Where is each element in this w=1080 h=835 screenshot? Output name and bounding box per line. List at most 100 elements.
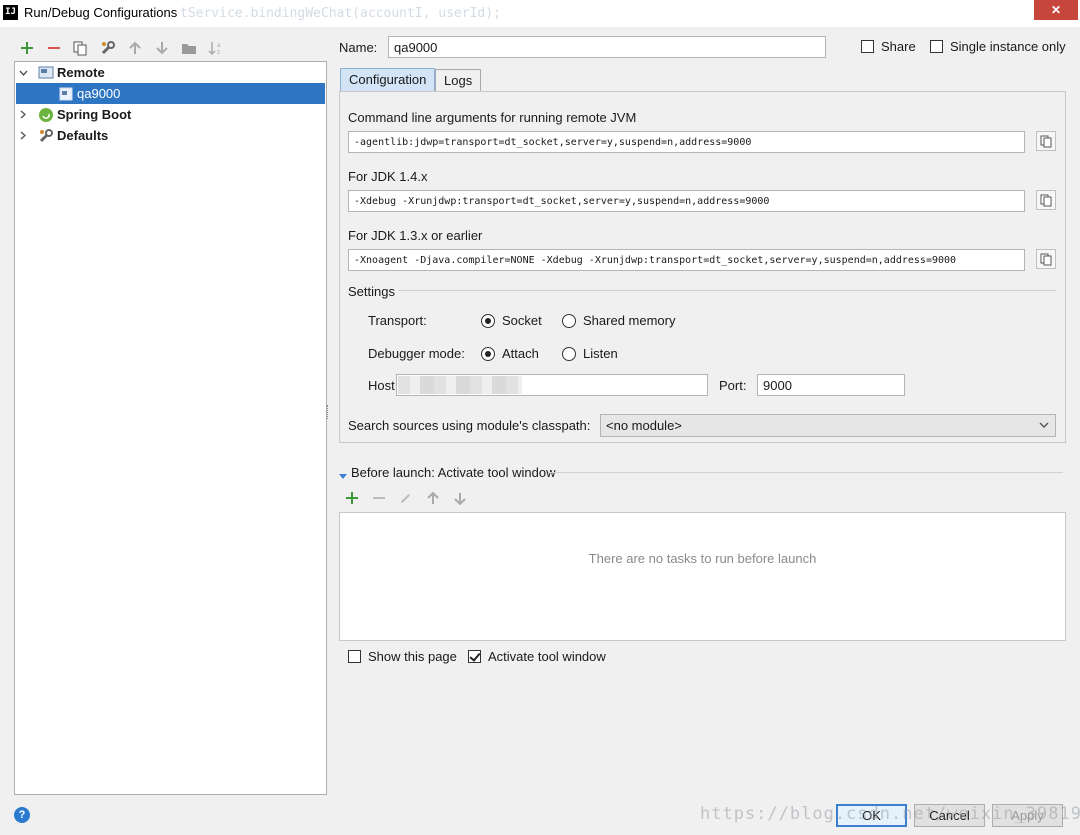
- remote-config-icon: [58, 86, 74, 102]
- redacted-host-value: [398, 376, 522, 394]
- sort-az-icon: az: [208, 42, 221, 56]
- share-label: Share: [881, 39, 916, 54]
- show-page-checkbox[interactable]: [348, 650, 361, 663]
- attach-radio[interactable]: [481, 347, 495, 361]
- edit-defaults-button[interactable]: [98, 38, 118, 58]
- shared-memory-radio[interactable]: [562, 314, 576, 328]
- chevron-right-icon[interactable]: [16, 125, 30, 146]
- cmd-args-field[interactable]: -agentlib:jdwp=transport=dt_socket,serve…: [348, 131, 1025, 153]
- module-select[interactable]: <no module>: [600, 414, 1056, 437]
- name-input[interactable]: qa9000: [388, 36, 826, 58]
- single-instance-label: Single instance only: [950, 39, 1066, 54]
- triangle-down-icon: [339, 474, 347, 479]
- share-checkbox[interactable]: [861, 40, 874, 53]
- window-title: Run/Debug Configurations: [24, 5, 178, 20]
- remove-icon: [373, 497, 385, 499]
- svg-text:a: a: [217, 42, 221, 49]
- configuration-tree[interactable]: Remote qa9000 Spring Boot Defaults: [14, 61, 327, 795]
- pencil-icon: [401, 494, 410, 503]
- activate-tool-window-checkbox[interactable]: [468, 650, 481, 663]
- settings-separator: [398, 290, 1056, 291]
- chevron-right-icon[interactable]: [16, 104, 30, 125]
- jdk13-label: For JDK 1.3.x or earlier: [348, 228, 483, 243]
- add-configuration-button[interactable]: [17, 38, 37, 58]
- move-task-down-button[interactable]: [450, 488, 470, 508]
- help-button[interactable]: ?: [14, 807, 30, 823]
- add-icon: [346, 492, 358, 504]
- folder-button[interactable]: [179, 38, 199, 58]
- remote-icon: [38, 65, 54, 81]
- settings-label: Settings: [348, 284, 395, 299]
- copy-icon: [1040, 253, 1052, 265]
- before-launch-task-list[interactable]: There are no tasks to run before launch: [339, 512, 1066, 641]
- tree-item-label: Spring Boot: [57, 107, 132, 122]
- chevron-down-icon: [1039, 418, 1049, 435]
- tab-configuration[interactable]: Configuration: [340, 68, 436, 92]
- before-launch-title: Before launch: Activate tool window: [351, 465, 556, 480]
- search-sources-label: Search sources using module's classpath:: [348, 418, 591, 433]
- single-instance-checkbox[interactable]: [930, 40, 943, 53]
- cmd-args-label: Command line arguments for running remot…: [348, 110, 637, 125]
- module-select-value: <no module>: [606, 418, 682, 433]
- svg-text:z: z: [217, 49, 220, 56]
- background-code-text: tService.bindingWeChat(accountI, userId)…: [180, 6, 501, 21]
- close-window-button[interactable]: ✕: [1034, 0, 1078, 20]
- tab-logs[interactable]: Logs: [435, 69, 482, 92]
- intellij-logo-icon: IJ: [3, 5, 18, 20]
- jdk14-field[interactable]: -Xdebug -Xrunjdwp:transport=dt_socket,se…: [348, 190, 1025, 212]
- copy-icon: [73, 41, 87, 55]
- copy-jdk13-button[interactable]: [1036, 249, 1056, 269]
- move-task-up-button[interactable]: [423, 488, 443, 508]
- attach-label: Attach: [502, 346, 539, 361]
- remove-task-button[interactable]: [369, 488, 389, 508]
- arrow-up-icon: [427, 491, 439, 504]
- copy-jdk14-button[interactable]: [1036, 190, 1056, 210]
- activate-tool-window-label: Activate tool window: [488, 649, 606, 664]
- copy-configuration-button[interactable]: [70, 38, 90, 58]
- shared-memory-label: Shared memory: [583, 313, 676, 328]
- host-label: Host: [368, 378, 395, 393]
- empty-tasks-message: There are no tasks to run before launch: [588, 551, 817, 566]
- splitter-handle[interactable]: [327, 405, 330, 419]
- arrow-down-icon: [454, 492, 466, 505]
- tree-item-label: Remote: [57, 65, 105, 80]
- name-label: Name:: [339, 40, 378, 55]
- remove-icon: [48, 47, 60, 49]
- port-input[interactable]: 9000: [757, 374, 905, 396]
- folder-icon: [182, 43, 196, 54]
- tree-item-qa9000[interactable]: qa9000: [16, 83, 325, 104]
- add-task-button[interactable]: [342, 488, 362, 508]
- tree-item-spring-boot[interactable]: Spring Boot: [16, 104, 325, 125]
- tree-item-label: qa9000: [77, 86, 121, 101]
- socket-radio[interactable]: [481, 314, 495, 328]
- transport-label: Transport:: [368, 313, 427, 328]
- sort-button[interactable]: az: [206, 38, 226, 58]
- copy-cmd-args-button[interactable]: [1036, 131, 1056, 151]
- tree-item-remote[interactable]: Remote: [16, 62, 325, 83]
- wrench-icon: [38, 128, 54, 144]
- copy-icon: [1040, 194, 1052, 206]
- move-down-button[interactable]: [152, 38, 172, 58]
- edit-task-button[interactable]: [396, 488, 416, 508]
- move-up-button[interactable]: [125, 38, 145, 58]
- remove-configuration-button[interactable]: [44, 38, 64, 58]
- watermark-text: https://blog.csdn.net/weixin_39819191: [700, 804, 1080, 824]
- jdk14-label: For JDK 1.4.x: [348, 169, 428, 184]
- tree-item-defaults[interactable]: Defaults: [16, 125, 325, 146]
- chevron-down-icon[interactable]: [16, 62, 30, 83]
- socket-label: Socket: [502, 313, 542, 328]
- wrench-icon: [101, 41, 115, 55]
- spring-boot-icon: [38, 107, 54, 123]
- add-icon: [21, 42, 33, 54]
- before-launch-toggle[interactable]: [339, 468, 347, 483]
- debugger-mode-label: Debugger mode:: [368, 346, 465, 361]
- arrow-up-icon: [129, 41, 141, 54]
- show-page-label: Show this page: [368, 649, 457, 664]
- listen-label: Listen: [583, 346, 618, 361]
- title-bar: IJ Run/Debug Configurations tService.bin…: [0, 0, 1080, 27]
- port-label: Port:: [719, 378, 747, 393]
- before-launch-separator: [548, 472, 1063, 473]
- jdk13-field[interactable]: -Xnoagent -Djava.compiler=NONE -Xdebug -…: [348, 249, 1025, 271]
- listen-radio[interactable]: [562, 347, 576, 361]
- arrow-down-icon: [156, 42, 168, 55]
